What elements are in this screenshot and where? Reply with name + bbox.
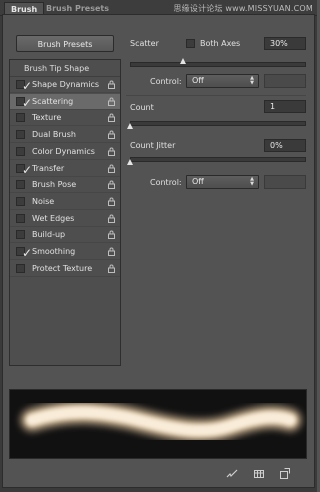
lock-icon[interactable]: [107, 130, 116, 140]
item-label: Build-up: [32, 230, 66, 240]
count-jitter-slider-thumb[interactable]: [127, 159, 133, 165]
item-checkbox[interactable]: ✓: [16, 80, 32, 92]
item-checkbox[interactable]: ✓: [16, 163, 32, 176]
control-dropdown-2[interactable]: Off ▲ ▼: [186, 175, 259, 189]
dropdown-arrows-icon: ▲ ▼: [250, 75, 254, 86]
item-checkbox[interactable]: ✓: [16, 247, 32, 259]
lock-icon[interactable]: [107, 214, 116, 223]
count-label: Count: [130, 103, 154, 112]
scatter-slider-thumb[interactable]: [179, 58, 186, 64]
lock-icon[interactable]: [107, 80, 116, 89]
item-label: Texture: [32, 113, 62, 123]
item-label: Smoothing: [32, 247, 76, 256]
checkmark-icon: ✓: [22, 95, 33, 110]
item-checkbox[interactable]: ✓: [16, 96, 32, 109]
item-checkbox[interactable]: [16, 263, 25, 273]
both-axes-label: Both Axes: [200, 39, 241, 48]
list-item[interactable]: ✓ Scattering: [10, 93, 120, 110]
count-jitter-label: Count Jitter: [130, 141, 176, 150]
list-item[interactable]: Color Dynamics: [10, 144, 120, 160]
list-item[interactable]: ✓ Transfer: [10, 161, 120, 177]
item-label: Transfer: [32, 163, 65, 173]
control-dropdown[interactable]: Off ▲ ▼: [186, 74, 259, 88]
lock-icon[interactable]: [107, 264, 116, 273]
list-item[interactable]: Build-up: [10, 227, 120, 244]
item-label: Dual Brush: [32, 130, 76, 140]
item-label: Shape Dynamics: [32, 80, 100, 89]
lock-icon[interactable]: [107, 113, 116, 123]
item-checkbox[interactable]: [16, 230, 25, 240]
item-checkbox[interactable]: [16, 213, 25, 223]
lock-icon[interactable]: [107, 97, 116, 106]
grid-icon[interactable]: [253, 468, 265, 480]
brush-settings-list: Brush Tip Shape ✓ Shape Dynamics ✓ Scatteri…: [9, 59, 121, 366]
item-checkbox[interactable]: [16, 113, 25, 123]
dropdown-arrows-icon: ▲ ▼: [250, 176, 254, 187]
lock-icon[interactable]: [107, 180, 116, 190]
control-dropdown-value: Off: [192, 76, 204, 85]
brush-stroke-graphic: [21, 401, 301, 442]
checkmark-icon: ✓: [22, 79, 33, 93]
brush-stroke-preview: [9, 389, 307, 459]
brush-presets-button[interactable]: Brush Presets: [16, 35, 114, 52]
list-item[interactable]: Wet Edges: [10, 211, 120, 227]
control-extra-field: [264, 74, 306, 88]
scatter-slider[interactable]: [130, 62, 306, 67]
count-value-field[interactable]: 1: [264, 100, 306, 113]
control-label: Control:: [150, 77, 182, 86]
count-slider[interactable]: [130, 121, 306, 126]
lock-icon[interactable]: [107, 230, 116, 240]
count-slider-thumb[interactable]: [127, 123, 133, 129]
count-jitter-value-field[interactable]: 0%: [264, 139, 306, 152]
list-item[interactable]: Noise: [10, 194, 120, 210]
new-preset-icon[interactable]: [278, 468, 290, 480]
brush-tip-shape-item[interactable]: Brush Tip Shape: [10, 60, 120, 77]
lock-icon[interactable]: [107, 147, 116, 156]
list-item[interactable]: Protect Texture: [10, 261, 120, 277]
brush-toggle-icon[interactable]: [226, 468, 238, 480]
item-label: Noise: [32, 196, 55, 206]
divider: [126, 95, 306, 96]
watermark: 思缘设计论坛 www.MISSYUAN.COM: [173, 4, 313, 13]
count-jitter-slider[interactable]: [130, 157, 306, 162]
scatter-label: Scatter: [130, 39, 159, 48]
both-axes-checkbox[interactable]: [186, 39, 195, 48]
list-item[interactable]: Dual Brush: [10, 127, 120, 144]
control-label-2: Control:: [150, 178, 182, 187]
item-checkbox[interactable]: [16, 146, 25, 156]
item-label: Protect Texture: [32, 263, 93, 273]
checkmark-icon: ✓: [22, 246, 33, 260]
item-checkbox[interactable]: [16, 130, 25, 140]
item-label: Brush Pose: [32, 180, 77, 190]
item-label: Color Dynamics: [32, 146, 95, 156]
scatter-value-field[interactable]: 30%: [264, 37, 306, 50]
item-checkbox[interactable]: [16, 196, 25, 206]
panel-bottom-bar: [2, 462, 315, 488]
control-extra-field-2: [264, 175, 306, 189]
lock-icon[interactable]: [107, 247, 116, 256]
control-dropdown-2-value: Off: [192, 177, 204, 186]
item-checkbox[interactable]: [16, 180, 25, 190]
list-item[interactable]: Brush Pose: [10, 177, 120, 194]
checkmark-icon: ✓: [22, 162, 33, 177]
list-item[interactable]: ✓ Smoothing: [10, 244, 120, 260]
list-item[interactable]: ✓ Shape Dynamics: [10, 77, 120, 93]
lock-icon[interactable]: [107, 197, 116, 206]
item-label: Scattering: [32, 96, 74, 106]
list-item[interactable]: Texture: [10, 110, 120, 127]
lock-icon[interactable]: [107, 164, 116, 173]
item-label: Wet Edges: [32, 213, 75, 223]
